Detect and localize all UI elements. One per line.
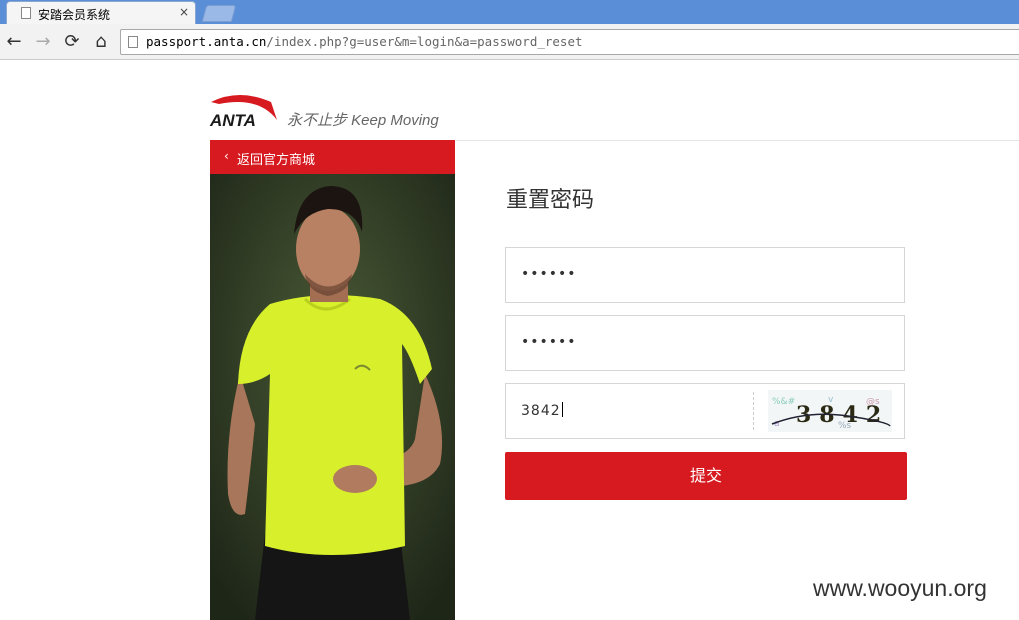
url-path: /index.php?g=user&m=login&a=password_res…	[266, 34, 583, 49]
url-text: passport.anta.cn/index.php?g=user&m=logi…	[146, 34, 583, 49]
brand-slogan: 永不止步 Keep Moving	[287, 112, 439, 129]
tab-close-icon[interactable]: ×	[179, 5, 189, 19]
forward-icon[interactable]: →	[33, 32, 53, 52]
page-icon	[21, 7, 31, 19]
back-icon[interactable]: ←	[4, 32, 24, 52]
submit-button[interactable]: 提交	[505, 452, 907, 500]
runner-photo	[210, 174, 455, 620]
header-divider	[456, 140, 1019, 141]
home-icon[interactable]: ⌂	[91, 32, 111, 52]
new-tab-button[interactable]	[201, 5, 237, 22]
left-panel: ‹ 返回官方商城	[210, 140, 455, 620]
new-password-field[interactable]: ••••••	[505, 247, 905, 303]
tab-title: 安踏会员系统	[38, 8, 111, 22]
captcha-input-value: 3842	[521, 402, 563, 419]
text-caret	[561, 402, 563, 417]
confirm-password-field[interactable]: ••••••	[505, 315, 905, 371]
browser-toolbar: ← → ⟳ ⌂ passport.anta.cn/index.php?g=use…	[0, 24, 1019, 60]
confirm-password-value: ••••••	[521, 334, 577, 350]
captcha-input-text: 3842	[521, 403, 561, 419]
back-to-store-label: 返回官方商城	[237, 153, 316, 168]
captcha-image[interactable]: %&# v @s a %s 3842	[768, 390, 892, 432]
back-to-store-link[interactable]: ‹ 返回官方商城	[210, 140, 455, 174]
captcha-divider	[753, 392, 754, 430]
runner-illustration	[210, 174, 455, 620]
browser-tab-strip: 安踏会员系统 ×	[0, 0, 1019, 24]
captcha-field[interactable]: 3842 %&# v @s a %s 3842	[505, 383, 905, 439]
browser-tab[interactable]: 安踏会员系统 ×	[6, 1, 196, 24]
address-bar[interactable]: passport.anta.cn/index.php?g=user&m=logi…	[120, 29, 1019, 55]
anta-logo[interactable]: ANTA	[209, 90, 284, 130]
logo-text: ANTA	[209, 111, 256, 130]
reload-icon[interactable]: ⟳	[62, 32, 82, 52]
chevron-left-icon: ‹	[224, 149, 229, 163]
new-password-value: ••••••	[521, 266, 577, 282]
watermark: www.wooyun.org	[813, 575, 987, 601]
url-host: passport.anta.cn	[146, 34, 267, 49]
svg-text:a: a	[774, 419, 780, 429]
page-title: 重置密码	[506, 188, 595, 213]
page-icon	[128, 36, 138, 48]
svg-text:%&#: %&#	[772, 397, 795, 407]
